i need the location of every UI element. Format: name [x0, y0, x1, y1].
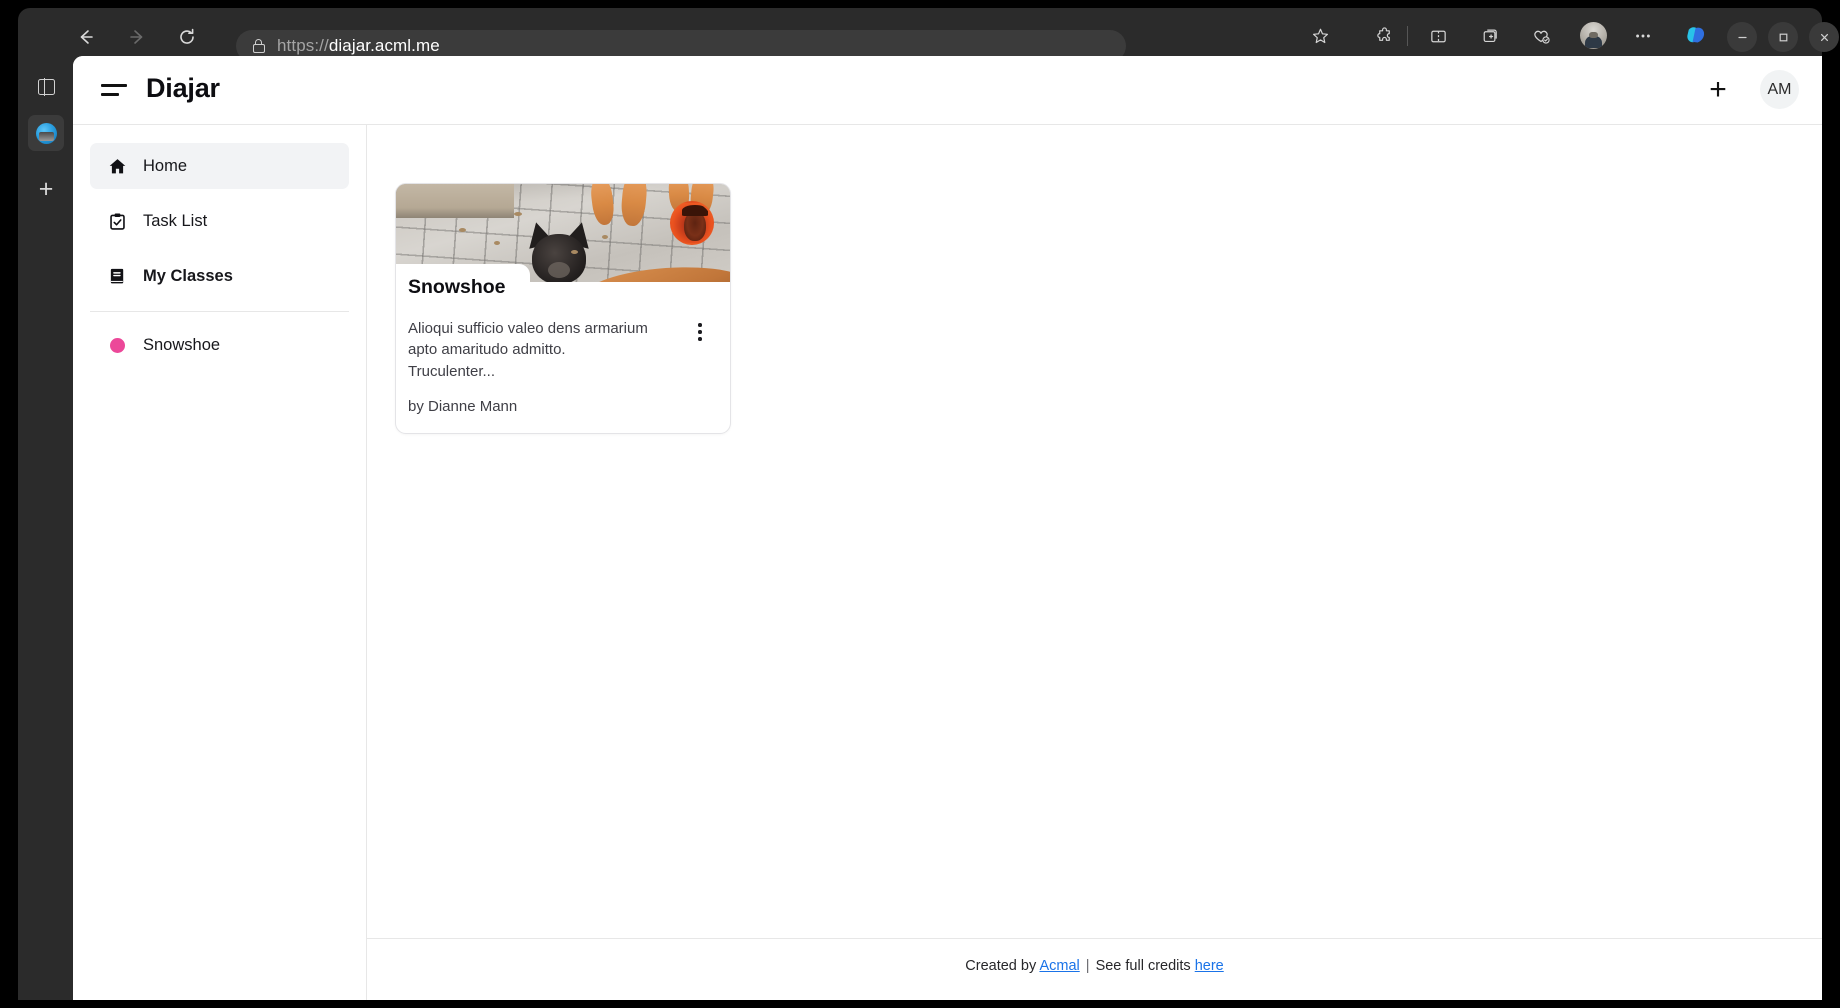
cat-photo-subject [523, 219, 595, 282]
browser-essentials-icon[interactable] [1524, 19, 1558, 53]
minimize-glyph [1737, 36, 1747, 38]
class-owner-avatar[interactable] [670, 201, 714, 245]
site-favicon [35, 122, 57, 144]
footer-credits-text: See full credits [1095, 958, 1195, 974]
class-color-dot-icon [107, 335, 127, 355]
collections-glyph [1483, 29, 1497, 42]
main-content: Snowshoe Alioqui sufficio valeo dens arm… [367, 125, 1822, 938]
kebab-menu-icon[interactable] [690, 320, 710, 344]
user-avatar[interactable]: AM [1760, 70, 1799, 109]
creator-link[interactable]: Acmal [1039, 958, 1079, 974]
profile-avatar-icon[interactable] [1576, 18, 1610, 52]
browser-sidebar-rail: + [18, 56, 73, 1000]
settings-more-icon[interactable] [1626, 19, 1660, 53]
extensions-puzzle-icon[interactable] [1367, 19, 1401, 53]
app-sidebar: Home Task List My Classes Snowshoe [73, 125, 367, 1000]
back-arrow-icon [80, 30, 93, 44]
close-circle [1809, 22, 1839, 52]
ground-debris [602, 235, 608, 239]
page-footer: Created by Acmal | See full credits here [367, 938, 1822, 1000]
class-card-body: Alioqui sufficio valeo dens armarium apt… [396, 282, 730, 433]
sidebar-item-label: My Classes [143, 266, 233, 285]
minimize-circle [1727, 22, 1757, 52]
close-button[interactable] [1802, 19, 1840, 55]
url-host: diajar.acml.me [328, 36, 440, 55]
profile-photo [1579, 21, 1607, 49]
back-button[interactable] [69, 20, 103, 54]
close-glyph [1820, 33, 1828, 41]
wall-edge [396, 184, 514, 218]
clipboard-check-icon [107, 211, 127, 231]
sidebar-item-class-snowshoe[interactable]: Snowshoe [90, 322, 349, 368]
class-card-author: by Dianne Mann [408, 397, 518, 415]
cat-snout [548, 262, 570, 278]
copilot-glyph [1686, 26, 1704, 42]
app-site-icon[interactable] [28, 115, 64, 151]
ground-debris [459, 228, 466, 232]
add-sidebar-icon[interactable]: + [28, 171, 64, 207]
puzzle-glyph [1376, 26, 1390, 41]
avatar-hair [682, 205, 708, 216]
kebab-dot [698, 330, 702, 334]
browser-window: https://diajar.acml.me + Diajar + AM Hom… [0, 0, 1840, 1008]
panel-glyph [37, 78, 55, 96]
full-credits-link[interactable]: here [1195, 958, 1224, 974]
minimize-button[interactable] [1720, 19, 1764, 55]
sidebar-item-label: Task List [143, 211, 208, 230]
sidebar-item-task-list[interactable]: Task List [90, 198, 349, 244]
ground-debris [514, 212, 522, 216]
lock-icon [252, 38, 265, 54]
split-screen-icon[interactable] [1421, 19, 1455, 53]
forward-arrow-icon [130, 30, 143, 44]
ground-debris [494, 241, 500, 245]
maximize-glyph [1779, 33, 1787, 41]
maximize-circle [1768, 22, 1798, 52]
home-icon [107, 156, 127, 176]
clipboard-check-glyph [109, 213, 125, 230]
sidebar-item-home[interactable]: Home [90, 143, 349, 189]
favorites-star-icon[interactable] [1303, 19, 1337, 53]
page-title: Diajar [146, 73, 220, 103]
essentials-heart-glyph [1534, 30, 1550, 44]
maximize-button[interactable] [1761, 19, 1805, 55]
sidebar-item-label: Home [143, 156, 188, 175]
ground-debris [571, 250, 578, 254]
url-scheme: https:// [277, 36, 329, 55]
copilot-icon[interactable] [1678, 18, 1712, 52]
sidebar-class-label: Snowshoe [143, 335, 221, 354]
url-text: https://diajar.acml.me [277, 36, 440, 56]
kebab-dot [698, 323, 702, 327]
book-icon [107, 266, 127, 286]
sidebar-divider [90, 311, 349, 312]
footer-separator: | [1081, 958, 1094, 974]
add-button[interactable]: + [1702, 74, 1734, 106]
hamburger-line-1 [101, 84, 127, 87]
hamburger-line-2 [101, 93, 119, 96]
web-page: Diajar + AM Home Task List My Classes Sn… [73, 56, 1822, 1000]
ellipsis-glyph [1636, 34, 1650, 38]
split-screen-glyph [1430, 30, 1446, 42]
refresh-button[interactable] [170, 20, 204, 54]
refresh-icon [180, 28, 194, 44]
app-header: Diajar + AM [73, 56, 1822, 125]
home-glyph [109, 158, 125, 173]
hamburger-menu-icon[interactable] [101, 78, 127, 102]
toolbar-divider [1407, 26, 1408, 46]
collections-icon[interactable] [1473, 19, 1507, 53]
footer-created-by-text: Created by [965, 958, 1040, 974]
footer-credits: Created by Acmal | See full credits here [965, 958, 1223, 974]
color-dot [109, 337, 125, 353]
class-card[interactable]: Snowshoe Alioqui sufficio valeo dens arm… [395, 183, 731, 434]
class-card-description: Alioqui sufficio valeo dens armarium apt… [408, 320, 648, 380]
sidebar-item-my-classes[interactable]: My Classes [90, 253, 349, 299]
kebab-dot [698, 337, 702, 341]
forward-button[interactable] [120, 20, 154, 54]
plus-glyph: + [38, 174, 54, 203]
book-glyph [110, 268, 123, 283]
tab-panel-icon[interactable] [28, 69, 64, 105]
star-glyph [1312, 28, 1328, 43]
